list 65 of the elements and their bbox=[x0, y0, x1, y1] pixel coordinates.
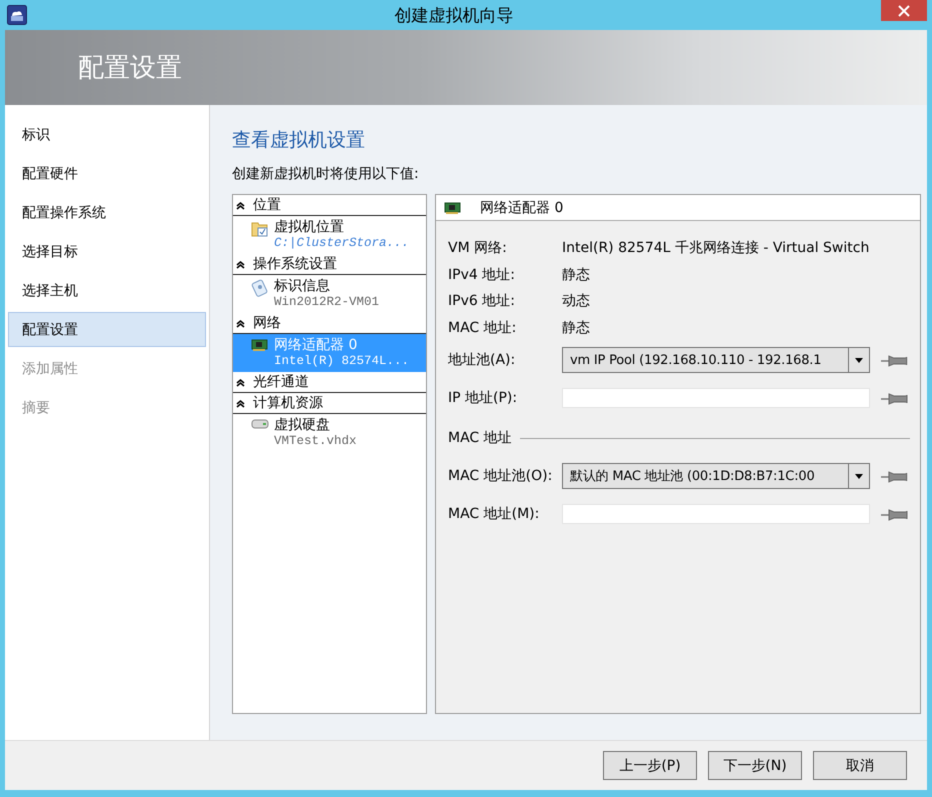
field-label: MAC 地址: bbox=[448, 318, 518, 337]
tree-item[interactable]: 虚拟机位置 C:|ClusterStora... bbox=[233, 216, 426, 254]
collapse-icon[interactable] bbox=[236, 260, 245, 268]
field-label: VM 网络: bbox=[448, 239, 508, 258]
field-value: 静态 bbox=[562, 266, 590, 284]
tree-item-detail: Win2012R2-VM01 bbox=[274, 295, 380, 310]
field-label: IPv4 地址: bbox=[448, 266, 516, 284]
page-subtitle: 创建新虚拟机时将使用以下值: bbox=[232, 165, 419, 183]
pin-icon[interactable] bbox=[880, 353, 910, 367]
tree-category[interactable]: 光纤通道 bbox=[253, 373, 309, 391]
field-value: 动态 bbox=[562, 292, 590, 310]
dropdown[interactable]: 默认的 MAC 地址池 (00:1D:D8:B7:1C:00 bbox=[562, 463, 870, 489]
close-icon bbox=[898, 4, 910, 16]
tree-category[interactable]: 位置 bbox=[253, 196, 281, 214]
wizard-button[interactable]: 取消 bbox=[813, 751, 907, 780]
network-card-icon bbox=[251, 338, 269, 352]
field-label: MAC 地址池(O): bbox=[448, 467, 554, 485]
tree-item-detail: Intel(R) 82574L... bbox=[274, 354, 410, 369]
caret-icon bbox=[855, 358, 864, 362]
sidebar-item[interactable]: 配置操作系统 bbox=[8, 195, 206, 230]
sidebar-item[interactable]: 选择主机 bbox=[8, 273, 206, 308]
dropdown[interactable]: vm IP Pool (192.168.10.110 - 192.168.1 bbox=[562, 347, 870, 373]
tree-item-title: 虚拟硬盘 bbox=[274, 417, 331, 434]
collapse-icon[interactable] bbox=[236, 200, 245, 210]
page-header-title: 配置设置 bbox=[78, 52, 182, 85]
sidebar-item[interactable]: 选择目标 bbox=[8, 234, 206, 269]
network-card-icon bbox=[444, 200, 462, 214]
sidebar-item[interactable]: 配置设置 bbox=[8, 312, 206, 347]
pin-icon[interactable] bbox=[880, 507, 910, 521]
page-title: 查看虚拟机设置 bbox=[232, 128, 365, 153]
tree-item-title: 标识信息 bbox=[274, 278, 331, 295]
collapse-icon[interactable] bbox=[236, 318, 245, 328]
input-field[interactable] bbox=[562, 504, 870, 524]
id-card-icon bbox=[251, 279, 269, 297]
pin-icon[interactable] bbox=[880, 469, 910, 483]
tree-item-detail: C:|ClusterStora... bbox=[274, 236, 410, 251]
field-value: 静态 bbox=[562, 318, 590, 337]
tree-category[interactable]: 操作系统设置 bbox=[253, 255, 337, 273]
close-button[interactable] bbox=[881, 0, 927, 21]
tree-item-title: 虚拟机位置 bbox=[274, 219, 345, 236]
tree-item-title: 网络适配器 0 bbox=[274, 337, 358, 354]
field-label: MAC 地址(M): bbox=[448, 505, 540, 523]
wizard-button[interactable]: 上一步(P) bbox=[603, 751, 697, 780]
panel-title: 网络适配器 0 bbox=[480, 198, 564, 216]
field-label: IP 地址(P): bbox=[448, 389, 518, 407]
collapse-icon[interactable] bbox=[236, 398, 245, 408]
window-title: 创建虚拟机向导 bbox=[394, 4, 514, 26]
sidebar-item[interactable]: 标识 bbox=[8, 117, 206, 152]
tree-item[interactable]: 标识信息 Win2012R2-VM01 bbox=[233, 275, 426, 313]
field-label: IPv6 地址: bbox=[448, 292, 516, 310]
tree-item[interactable]: 虚拟硬盘 VMTest.vhdx bbox=[233, 414, 426, 452]
folder-icon bbox=[251, 220, 269, 238]
tree-category[interactable]: 计算机资源 bbox=[253, 394, 323, 412]
sidebar-item[interactable]: 配置硬件 bbox=[8, 156, 206, 191]
tree-category[interactable]: 网络 bbox=[253, 314, 281, 332]
caret-icon bbox=[855, 474, 864, 478]
pin-icon[interactable] bbox=[880, 391, 910, 405]
section-heading: MAC 地址 bbox=[448, 429, 512, 447]
wizard-button[interactable]: 下一步(N) bbox=[708, 751, 802, 780]
field-label: 地址池(A): bbox=[448, 351, 516, 369]
input-field[interactable] bbox=[562, 388, 870, 408]
app-icon bbox=[7, 5, 27, 25]
collapse-icon[interactable] bbox=[236, 378, 245, 386]
field-value: Intel(R) 82574L 千兆网络连接 - Virtual Switch bbox=[562, 239, 870, 258]
tree-item-detail: VMTest.vhdx bbox=[274, 434, 357, 449]
